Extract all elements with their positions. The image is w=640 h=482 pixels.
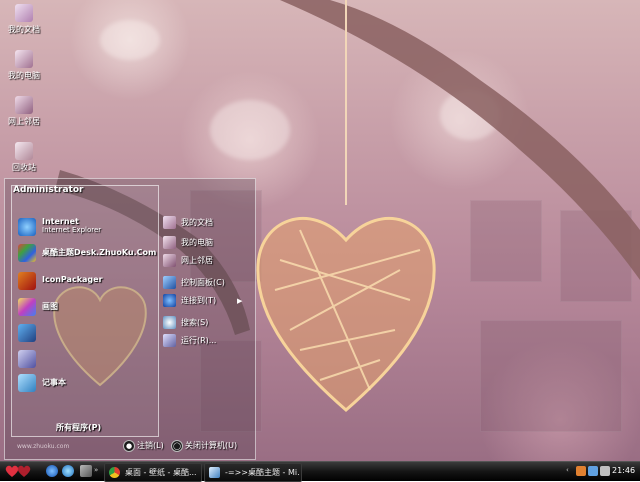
pinned-item-internet[interactable]: Internet Internet Explorer bbox=[18, 216, 156, 238]
start-item-label: 我的电脑 bbox=[181, 238, 213, 247]
taskbar-task-label: -=>>桌酷主题 - Mi... bbox=[225, 468, 299, 477]
start-item-network-places[interactable]: 网上邻居 bbox=[163, 253, 253, 269]
all-programs-button[interactable]: 所有程序(P) bbox=[56, 422, 101, 433]
my-computer-icon bbox=[163, 236, 176, 249]
pinned-item-subtitle: Internet Explorer bbox=[42, 226, 102, 234]
shutdown-label: 关闭计算机(U) bbox=[185, 441, 238, 450]
taskbar-clock[interactable]: 21:46 bbox=[612, 466, 635, 475]
internet-explorer-icon bbox=[18, 218, 36, 236]
network-places-icon bbox=[163, 254, 176, 267]
connect-to-icon bbox=[163, 294, 176, 307]
control-panel-icon bbox=[163, 276, 176, 289]
tray-expand-icon[interactable]: ‹ bbox=[566, 466, 569, 474]
quicklaunch-browser-icon[interactable] bbox=[62, 465, 74, 477]
pinned-item-title: 桌酷主题Desk.ZhuoKu.Com bbox=[42, 248, 157, 257]
start-menu-pinned-panel: Internet Internet Explorer 桌酷主题Desk.Zhuo… bbox=[11, 185, 159, 437]
start-item-label: 我的文档 bbox=[181, 218, 213, 227]
desktop-icon-label: 回收站 bbox=[12, 163, 36, 172]
start-item-search[interactable]: 搜索(S) bbox=[163, 315, 253, 331]
logoff-label: 注销(L) bbox=[137, 441, 164, 450]
start-item-run[interactable]: 运行(R)... bbox=[163, 333, 253, 349]
start-item-label: 控制面板(C) bbox=[181, 278, 225, 287]
pinned-item-program-2[interactable] bbox=[18, 348, 156, 370]
program-icon-2 bbox=[18, 350, 36, 368]
pinned-item-title: 记事本 bbox=[42, 378, 66, 387]
quicklaunch-ie-icon[interactable] bbox=[46, 465, 58, 477]
start-item-label: 网上邻居 bbox=[181, 256, 213, 265]
desktop-icon-my-documents[interactable]: 我的文档 bbox=[6, 4, 42, 35]
taskbar-task-document[interactable]: -=>>桌酷主题 - Mi... bbox=[204, 463, 302, 482]
pinned-item-paint[interactable]: 画图 bbox=[18, 296, 156, 318]
chrome-icon bbox=[109, 467, 120, 478]
desktop-icon-label: 我的文档 bbox=[8, 25, 40, 34]
iconpackager-icon bbox=[18, 272, 36, 290]
program-icon-1 bbox=[18, 324, 36, 342]
tray-app-icon[interactable] bbox=[576, 466, 586, 476]
tray-volume-icon[interactable] bbox=[600, 466, 610, 476]
desktop-icon-my-computer[interactable]: 我的电脑 bbox=[6, 50, 42, 81]
start-item-my-documents[interactable]: 我的文档 bbox=[163, 215, 253, 231]
pinned-item-iconpackager[interactable]: IconPackager bbox=[18, 270, 156, 292]
taskbar-task-label: 桌面 - 壁纸 - 桌酷... bbox=[125, 468, 197, 477]
tray-network-icon[interactable] bbox=[588, 466, 598, 476]
taskbar-task-chrome[interactable]: 桌面 - 壁纸 - 桌酷... bbox=[104, 463, 202, 482]
power-icon: ◯ bbox=[171, 440, 183, 452]
recycle-bin-icon bbox=[15, 142, 33, 160]
taskbar: » 桌面 - 壁纸 - 桌酷... -=>>桌酷主题 - Mi... ‹ 21:… bbox=[0, 461, 640, 482]
zhuoku-theme-icon bbox=[18, 244, 36, 262]
start-item-label: 搜索(S) bbox=[181, 318, 209, 327]
start-item-my-computer[interactable]: 我的电脑 bbox=[163, 235, 253, 251]
submenu-arrow-icon: ▶ bbox=[237, 297, 243, 305]
start-button[interactable] bbox=[4, 464, 38, 479]
start-menu: Administrator Internet Internet Explorer… bbox=[4, 178, 256, 460]
quicklaunch-expand-icon[interactable]: » bbox=[94, 466, 98, 474]
run-icon bbox=[163, 334, 176, 347]
quicklaunch-desktop-icon[interactable] bbox=[80, 465, 92, 477]
my-computer-icon bbox=[15, 50, 33, 68]
desktop-icon-recycle-bin[interactable]: 回收站 bbox=[6, 142, 42, 173]
paint-icon bbox=[18, 298, 36, 316]
desktop-icon-label: 我的电脑 bbox=[8, 71, 40, 80]
search-icon bbox=[163, 316, 176, 329]
pinned-item-zhuoku-theme[interactable]: 桌酷主题Desk.ZhuoKu.Com bbox=[18, 242, 156, 264]
desktop-icon-network-places[interactable]: 网上邻居 bbox=[6, 96, 42, 127]
pinned-item-program-1[interactable] bbox=[18, 322, 156, 344]
desktop-icon-label: 网上邻居 bbox=[8, 117, 40, 126]
start-item-control-panel[interactable]: 控制面板(C) bbox=[163, 275, 253, 291]
start-item-label: 连接到(T) bbox=[181, 296, 217, 305]
start-item-label: 运行(R)... bbox=[181, 336, 217, 345]
pinned-item-title: Internet bbox=[42, 217, 79, 226]
notepad-icon bbox=[18, 374, 36, 392]
lock-icon: ● bbox=[123, 440, 135, 452]
heart-ornament bbox=[256, 216, 436, 412]
network-places-icon bbox=[15, 96, 33, 114]
document-icon bbox=[209, 467, 220, 478]
pinned-item-title: IconPackager bbox=[42, 275, 103, 284]
pinned-item-notepad[interactable]: 记事本 bbox=[18, 372, 156, 394]
pinned-item-title: 画图 bbox=[42, 302, 58, 311]
my-documents-icon bbox=[163, 216, 176, 229]
footer-url: www.zhuoku.com bbox=[17, 443, 70, 450]
my-documents-icon bbox=[15, 4, 33, 22]
